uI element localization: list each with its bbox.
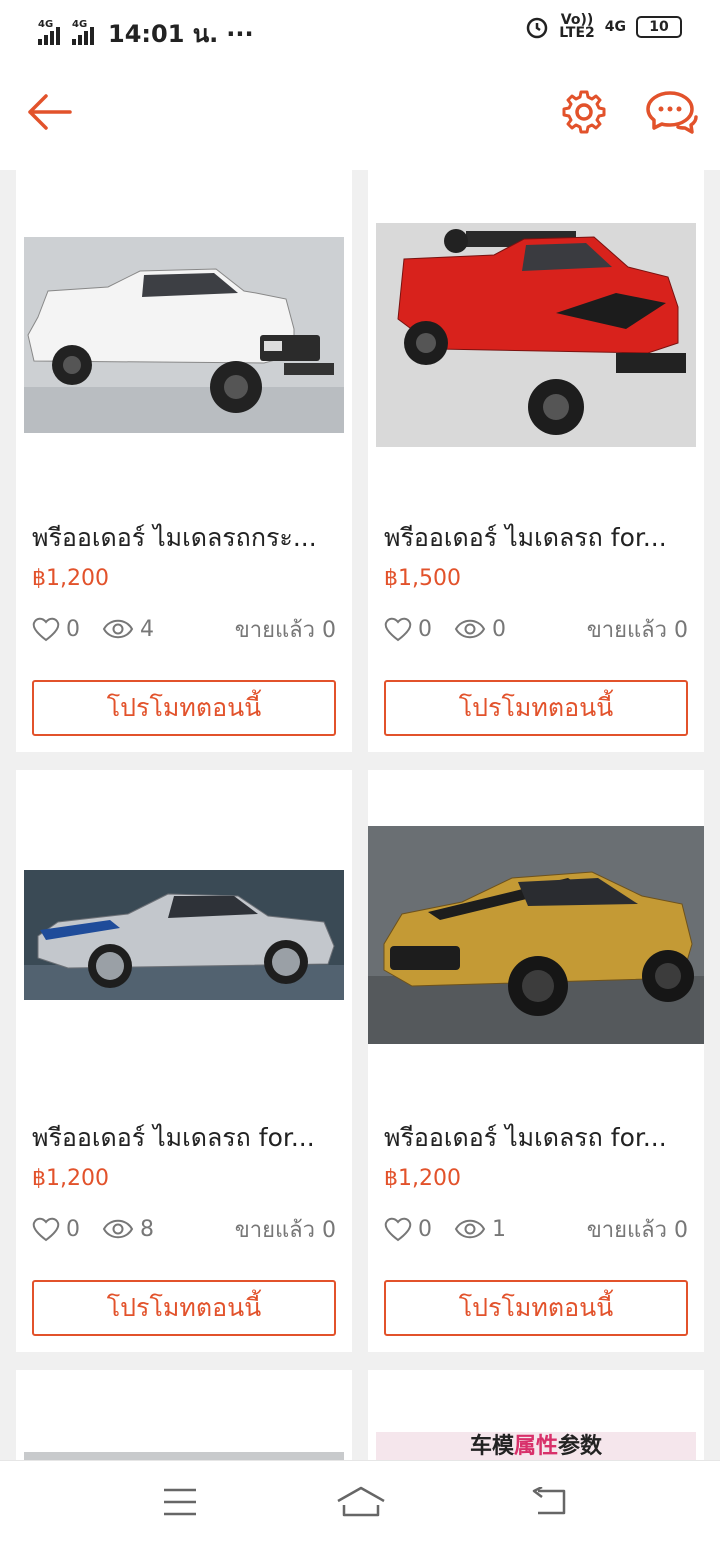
return-icon[interactable]	[530, 1487, 568, 1517]
product-price: ฿1,500	[384, 566, 461, 591]
sold-count: ขายแล้ว 0	[234, 617, 336, 643]
eye-icon	[102, 1219, 134, 1239]
system-nav-bar	[0, 1460, 720, 1544]
network-4g: 4G	[604, 19, 626, 35]
likes-count: 0	[66, 1216, 80, 1242]
views: 4	[102, 617, 154, 642]
product-image[interactable]	[16, 770, 352, 1100]
signal-icon: 4G	[38, 19, 60, 45]
product-stats: 0 1 ขายแล้ว 0	[384, 1214, 688, 1244]
more-notifications: ···	[226, 19, 254, 48]
red-truck-image	[376, 223, 696, 447]
likes: 0	[384, 616, 432, 642]
product-title[interactable]: พรีออเดอร์ ไมเดลรถ for...	[32, 1118, 336, 1158]
status-left: 4G 4G 14:01 น. ···	[38, 14, 254, 53]
product-card[interactable]: พรีออเดอร์ ไมเดลรถกระ... ฿1,200 0 4 ขายแ…	[16, 170, 352, 752]
promote-button[interactable]: โปรโมทตอนนี้	[32, 1280, 336, 1336]
arrow-left-icon[interactable]	[26, 92, 72, 132]
heart-icon	[32, 1217, 60, 1242]
product-card-partial[interactable]	[16, 1370, 352, 1460]
promote-button[interactable]: โปรโมทตอนนี้	[32, 680, 336, 736]
views: 1	[454, 1217, 506, 1242]
product-card[interactable]: พรีออเดอร์ ไมเดลรถ for... ฿1,500 0 0 ขาย…	[368, 170, 704, 752]
gold-mustang-image	[368, 826, 704, 1044]
likes-count: 0	[418, 1216, 432, 1242]
product-price: ฿1,200	[384, 1166, 461, 1191]
promote-button[interactable]: โปรโมทตอนนี้	[384, 680, 688, 736]
battery-level: 10	[649, 19, 669, 35]
product-image[interactable]	[368, 770, 704, 1100]
image-caption-b: 属性	[513, 1434, 558, 1459]
views: 0	[454, 617, 506, 642]
product-grid: พรีออเดอร์ ไมเดลรถกระ... ฿1,200 0 4 ขายแ…	[0, 170, 720, 1460]
battery-icon: 10	[636, 16, 682, 38]
likes-count: 0	[66, 616, 80, 642]
silver-mustang-image	[24, 870, 344, 1000]
volte-indicator: Vo)) LTE2	[559, 13, 595, 41]
chat-bubbles-icon[interactable]	[646, 90, 698, 136]
views: 8	[102, 1217, 154, 1242]
clock: 14:01 น.	[108, 20, 219, 48]
white-truck-image	[24, 237, 344, 433]
product-stats: 0 8 ขายแล้ว 0	[32, 1214, 336, 1244]
image-caption-c: 参数	[558, 1434, 603, 1459]
sold-count: ขายแล้ว 0	[586, 1217, 688, 1243]
product-price: ฿1,200	[32, 566, 109, 591]
alarm-icon	[527, 17, 548, 39]
network-type-2: 4G	[72, 18, 88, 30]
heart-icon	[384, 1217, 412, 1242]
likes: 0	[32, 616, 80, 642]
sold-count: ขายแล้ว 0	[586, 617, 688, 643]
volte-bottom: LTE2	[559, 25, 595, 41]
signal-icon-2: 4G	[72, 19, 94, 45]
image-caption-a: 车模	[469, 1434, 514, 1459]
sold-count: ขายแล้ว 0	[234, 1217, 336, 1243]
app-bar	[0, 60, 720, 170]
views-count: 1	[492, 1216, 506, 1242]
product-card[interactable]: พรีออเดอร์ ไมเดลรถ for... ฿1,200 0 8 ขาย…	[16, 770, 352, 1352]
status-bar: 4G 4G 14:01 น. ··· Vo)) LTE2 4G 10	[0, 0, 720, 60]
status-right: Vo)) LTE2 4G 10	[525, 13, 682, 41]
likes: 0	[32, 1216, 80, 1242]
views-count: 8	[140, 1216, 154, 1242]
product-card[interactable]: พรีออเดอร์ ไมเดลรถ for... ฿1,200 0 1 ขาย…	[368, 770, 704, 1352]
product-title[interactable]: พรีออเดอร์ ไมเดลรถ for...	[384, 1118, 688, 1158]
product-image[interactable]	[16, 170, 352, 500]
eye-icon	[102, 619, 134, 639]
gear-icon[interactable]	[560, 88, 608, 136]
eye-icon	[454, 1219, 486, 1239]
product-stats: 0 4 ขายแล้ว 0	[32, 614, 336, 644]
product-price: ฿1,200	[32, 1166, 109, 1191]
heart-icon	[32, 617, 60, 642]
views-count: 0	[492, 616, 506, 642]
product-stats: 0 0 ขายแล้ว 0	[384, 614, 688, 644]
promote-button[interactable]: โปรโมทตอนนี้	[384, 1280, 688, 1336]
heart-icon	[384, 617, 412, 642]
likes-count: 0	[418, 616, 432, 642]
network-type: 4G	[38, 18, 54, 30]
likes: 0	[384, 1216, 432, 1242]
product-title[interactable]: พรีออเดอร์ ไมเดลรถ for...	[384, 518, 688, 558]
home-icon[interactable]	[336, 1485, 386, 1519]
product-title[interactable]: พรีออเดอร์ ไมเดลรถกระ...	[32, 518, 336, 558]
views-count: 4	[140, 616, 154, 642]
product-card-partial[interactable]: 车模 属性 参数	[368, 1370, 704, 1460]
eye-icon	[454, 619, 486, 639]
product-image-partial	[24, 1452, 344, 1460]
product-image[interactable]	[368, 170, 704, 500]
menu-icon[interactable]	[162, 1487, 198, 1517]
product-image-partial: 车模 属性 参数	[376, 1432, 696, 1460]
